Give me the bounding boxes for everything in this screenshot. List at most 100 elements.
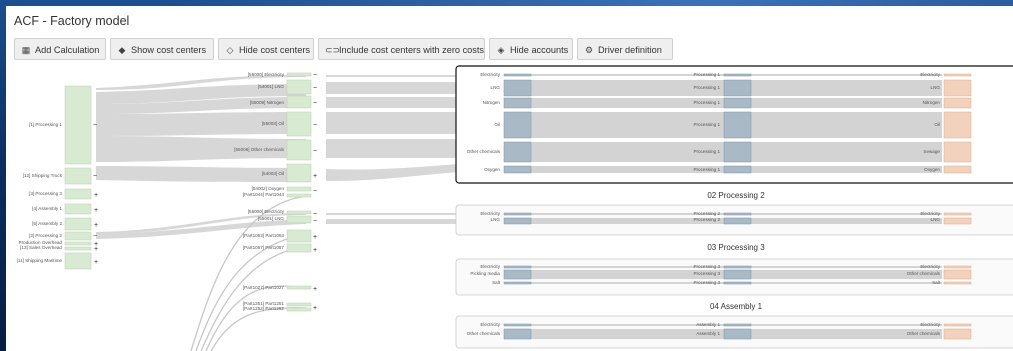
cost-center-node[interactable]: [64, 203, 92, 215]
cost-center-node[interactable]: [64, 231, 92, 241]
cost-center-node[interactable]: [64, 252, 92, 270]
account-node[interactable]: [286, 72, 312, 77]
cost-center-label: [5] Assembly 2: [32, 221, 62, 226]
collapse-icon[interactable]: −: [313, 122, 317, 129]
output-label: Electricity: [920, 211, 940, 216]
collapse-icon[interactable]: −: [313, 100, 317, 107]
output-label: Electricity: [920, 322, 940, 327]
account-label: [Part1044] Part1044: [242, 192, 284, 197]
process-label: Processing 1: [693, 149, 720, 154]
expand-icon[interactable]: +: [313, 234, 317, 241]
cost-center-node[interactable]: [64, 246, 92, 251]
cost-center-node[interactable]: [64, 241, 92, 246]
process-label: Processing 1: [693, 72, 720, 77]
account-node[interactable]: [286, 243, 312, 253]
collapse-icon[interactable]: −: [313, 188, 317, 195]
expand-icon[interactable]: +: [94, 246, 98, 253]
output-label: LNG: [930, 217, 940, 222]
output-label: Electricity: [920, 264, 940, 269]
flow-band: [326, 164, 461, 181]
flow-band: [326, 97, 461, 108]
expand-icon[interactable]: +: [313, 286, 317, 293]
process-label: Processing 3: [693, 271, 720, 276]
flow-bands-right: [326, 75, 461, 224]
account-label: [54001] LNG: [257, 84, 284, 89]
process-label: Assembly 1: [696, 322, 720, 327]
output-label: Oil: [934, 122, 940, 127]
flow-band: [326, 75, 461, 77]
collapse-icon[interactable]: −: [313, 211, 317, 218]
account-label: [55001] LNG: [257, 216, 284, 221]
collapse-icon[interactable]: −: [313, 148, 317, 155]
cost-center-node[interactable]: [64, 217, 92, 231]
output-label: Nitrogen: [922, 100, 940, 105]
account-node[interactable]: [286, 210, 312, 215]
expand-icon[interactable]: +: [94, 222, 98, 229]
expand-icon[interactable]: +: [313, 173, 317, 180]
account-node[interactable]: [286, 215, 312, 224]
input-label: Oil: [494, 122, 500, 127]
account-node[interactable]: [286, 163, 312, 183]
account-node[interactable]: [286, 95, 312, 109]
input-label: Electricity: [480, 72, 500, 77]
input-label: Salt: [492, 280, 500, 285]
account-node[interactable]: [286, 186, 312, 192]
process-label: Processing 2: [693, 211, 720, 216]
cost-center-label: [2] Processing 2: [29, 233, 62, 238]
desktop-background: ACF - Factory model ▦ Add Calculation ◆ Sh…: [0, 0, 1013, 351]
input-label: Electricity: [480, 322, 500, 327]
flow-line: [200, 245, 307, 351]
expand-icon[interactable]: +: [313, 305, 317, 312]
section-title: 04 Assembly 1: [709, 302, 763, 311]
process-label: Processing 1: [693, 122, 720, 127]
expand-icon[interactable]: +: [94, 259, 98, 266]
expand-icon[interactable]: +: [94, 207, 98, 214]
output-label: Other chemicals: [906, 331, 940, 336]
output-label: Electricity: [920, 72, 940, 77]
section-title: 03 Processing 3: [707, 243, 765, 252]
account-label: [Part1027] Part1027: [242, 285, 284, 290]
account-node[interactable]: [286, 139, 312, 161]
flow-band: [326, 139, 461, 158]
account-node[interactable]: [286, 79, 312, 95]
account-node[interactable]: [286, 302, 312, 307]
flow-line: [210, 307, 307, 351]
account-node[interactable]: [286, 229, 312, 243]
collapse-icon[interactable]: −: [313, 218, 317, 225]
flow-band: [326, 112, 461, 134]
input-label: LNG: [490, 217, 500, 222]
section-title: 02 Processing 2: [707, 191, 765, 200]
account-node[interactable]: [286, 307, 312, 312]
output-label: Salt: [932, 280, 940, 285]
account-label: [Part1252] Part1252: [242, 306, 284, 311]
collapse-icon[interactable]: −: [93, 122, 97, 129]
input-label: Electricity: [480, 264, 500, 269]
collapse-icon[interactable]: −: [93, 233, 97, 240]
cost-center-label: [3] Processing 3: [29, 191, 62, 196]
account-label: [55000] Electricity: [247, 209, 284, 214]
cost-center-node[interactable]: [64, 167, 92, 185]
expand-icon[interactable]: +: [313, 247, 317, 254]
cost-center-node[interactable]: [64, 188, 92, 200]
account-node[interactable]: [286, 193, 312, 198]
collapse-icon[interactable]: −: [313, 85, 317, 92]
cost-center-label: [12] Shipping Truck: [22, 173, 62, 178]
cost-center-node[interactable]: [64, 85, 92, 165]
account-label: [55003] Oil: [261, 121, 284, 126]
cost-center-label: [1] Processing 1: [29, 122, 62, 127]
account-label: [55006] Other chemicals: [234, 147, 284, 152]
account-label: [54003] Oil: [261, 171, 284, 176]
account-label: [54002] Oxygen: [251, 186, 284, 191]
account-node[interactable]: [286, 285, 312, 290]
account-node[interactable]: [286, 111, 312, 137]
flow-band: [326, 82, 461, 94]
factory-model-diagram: − − + + + − + + + − − − − − + − − − + +: [64, 65, 1013, 351]
input-label: Other chemicals: [466, 149, 500, 154]
process-label: Assembly 1: [696, 331, 720, 336]
collapse-icon[interactable]: −: [313, 72, 317, 79]
account-label: [Part1063] Part1063: [242, 233, 284, 238]
collapse-icon[interactable]: −: [93, 173, 97, 180]
expand-icon[interactable]: +: [94, 192, 98, 199]
input-label: Oxygen: [484, 167, 500, 172]
process-label: Processing 3: [693, 280, 720, 285]
